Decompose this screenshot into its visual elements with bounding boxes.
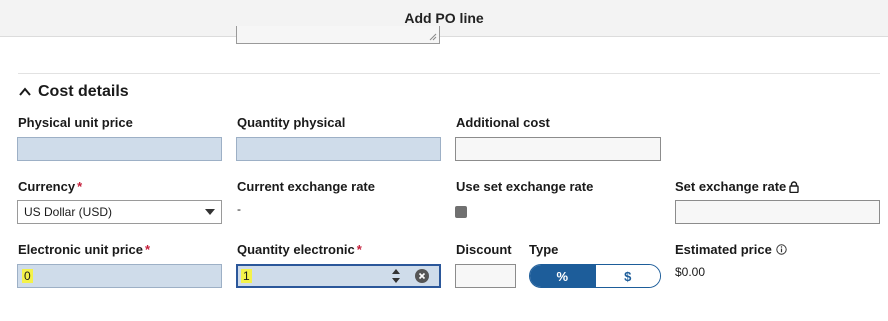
quantity-electronic-label: Quantity electronic * xyxy=(237,242,362,257)
additional-cost-input[interactable] xyxy=(455,137,661,161)
required-asterisk: * xyxy=(77,179,83,194)
electronic-unit-price-label: Electronic unit price * xyxy=(18,242,150,257)
type-label-text: Type xyxy=(529,242,559,257)
set-exchange-rate-label-text: Set exchange rate xyxy=(675,179,787,194)
discount-input[interactable] xyxy=(455,264,516,288)
caret-down-icon xyxy=(205,209,215,215)
discount-label: Discount xyxy=(456,242,512,257)
section-divider xyxy=(18,73,880,74)
stepper-icon[interactable] xyxy=(391,267,401,285)
quantity-electronic-input[interactable]: 1 xyxy=(236,264,441,288)
electronic-unit-price-input[interactable]: 0 xyxy=(17,264,222,288)
current-exchange-rate-value: - xyxy=(237,202,241,216)
current-exchange-rate-label: Current exchange rate xyxy=(237,179,375,194)
section-title: Cost details xyxy=(38,83,129,100)
type-dollar-option[interactable]: $ xyxy=(595,265,660,287)
additional-cost-label-text: Additional cost xyxy=(456,115,550,130)
physical-unit-price-label-text: Physical unit price xyxy=(18,115,133,130)
electronic-unit-price-label-text: Electronic unit price xyxy=(18,242,143,257)
currency-select[interactable]: US Dollar (USD) xyxy=(17,200,222,224)
type-percent-option[interactable]: % xyxy=(530,265,595,287)
electronic-unit-price-value: 0 xyxy=(22,269,33,283)
currency-label-text: Currency xyxy=(18,179,76,194)
required-asterisk: * xyxy=(356,242,362,257)
info-icon[interactable] xyxy=(776,244,787,255)
use-set-exchange-rate-label-text: Use set exchange rate xyxy=(456,179,594,194)
chevron-up-icon xyxy=(19,87,31,96)
estimated-price-label-text: Estimated price xyxy=(675,242,772,257)
set-exchange-rate-input[interactable] xyxy=(675,200,880,224)
discount-type-toggle[interactable]: % $ xyxy=(529,264,661,288)
discount-label-text: Discount xyxy=(456,242,512,257)
dialog-header: Add PO line xyxy=(0,0,888,37)
use-set-exchange-rate-checkbox[interactable] xyxy=(455,206,467,218)
currency-selected-value: US Dollar (USD) xyxy=(24,205,113,219)
quantity-physical-label-text: Quantity physical xyxy=(237,115,346,130)
set-exchange-rate-label: Set exchange rate xyxy=(675,179,799,194)
required-asterisk: * xyxy=(144,242,151,257)
lock-icon xyxy=(789,180,799,193)
clear-x-glyph xyxy=(418,272,426,280)
quantity-physical-label: Quantity physical xyxy=(237,115,345,130)
cost-details-toggle[interactable]: Cost details xyxy=(18,83,129,101)
currency-label: Currency * xyxy=(18,179,82,194)
quantity-physical-input[interactable] xyxy=(236,137,441,161)
use-set-exchange-rate-label: Use set exchange rate xyxy=(456,179,593,194)
type-label: Type xyxy=(529,242,558,257)
notes-textarea[interactable] xyxy=(236,26,440,44)
dialog-title: Add PO line xyxy=(404,10,484,26)
estimated-price-label: Estimated price xyxy=(675,242,787,257)
quantity-electronic-label-text: Quantity electronic xyxy=(237,242,355,257)
physical-unit-price-label: Physical unit price xyxy=(18,115,133,130)
clear-icon[interactable] xyxy=(415,269,429,283)
additional-cost-label: Additional cost xyxy=(456,115,550,130)
physical-unit-price-input[interactable] xyxy=(17,137,222,161)
quantity-electronic-value: 1 xyxy=(241,269,252,283)
current-exchange-rate-label-text: Current exchange rate xyxy=(237,179,375,194)
estimated-price-value: $0.00 xyxy=(675,265,706,279)
resize-grip-icon[interactable] xyxy=(429,33,437,41)
